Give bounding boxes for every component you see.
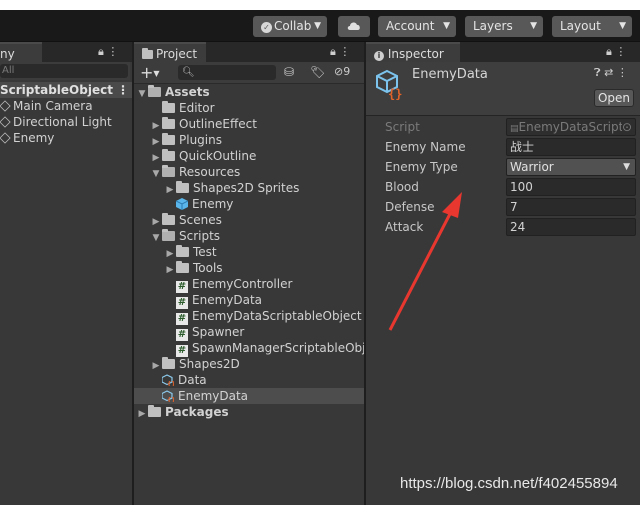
annotation-arrow	[388, 192, 462, 331]
watermark-text: https://blog.csdn.net/f402455894	[400, 475, 618, 492]
